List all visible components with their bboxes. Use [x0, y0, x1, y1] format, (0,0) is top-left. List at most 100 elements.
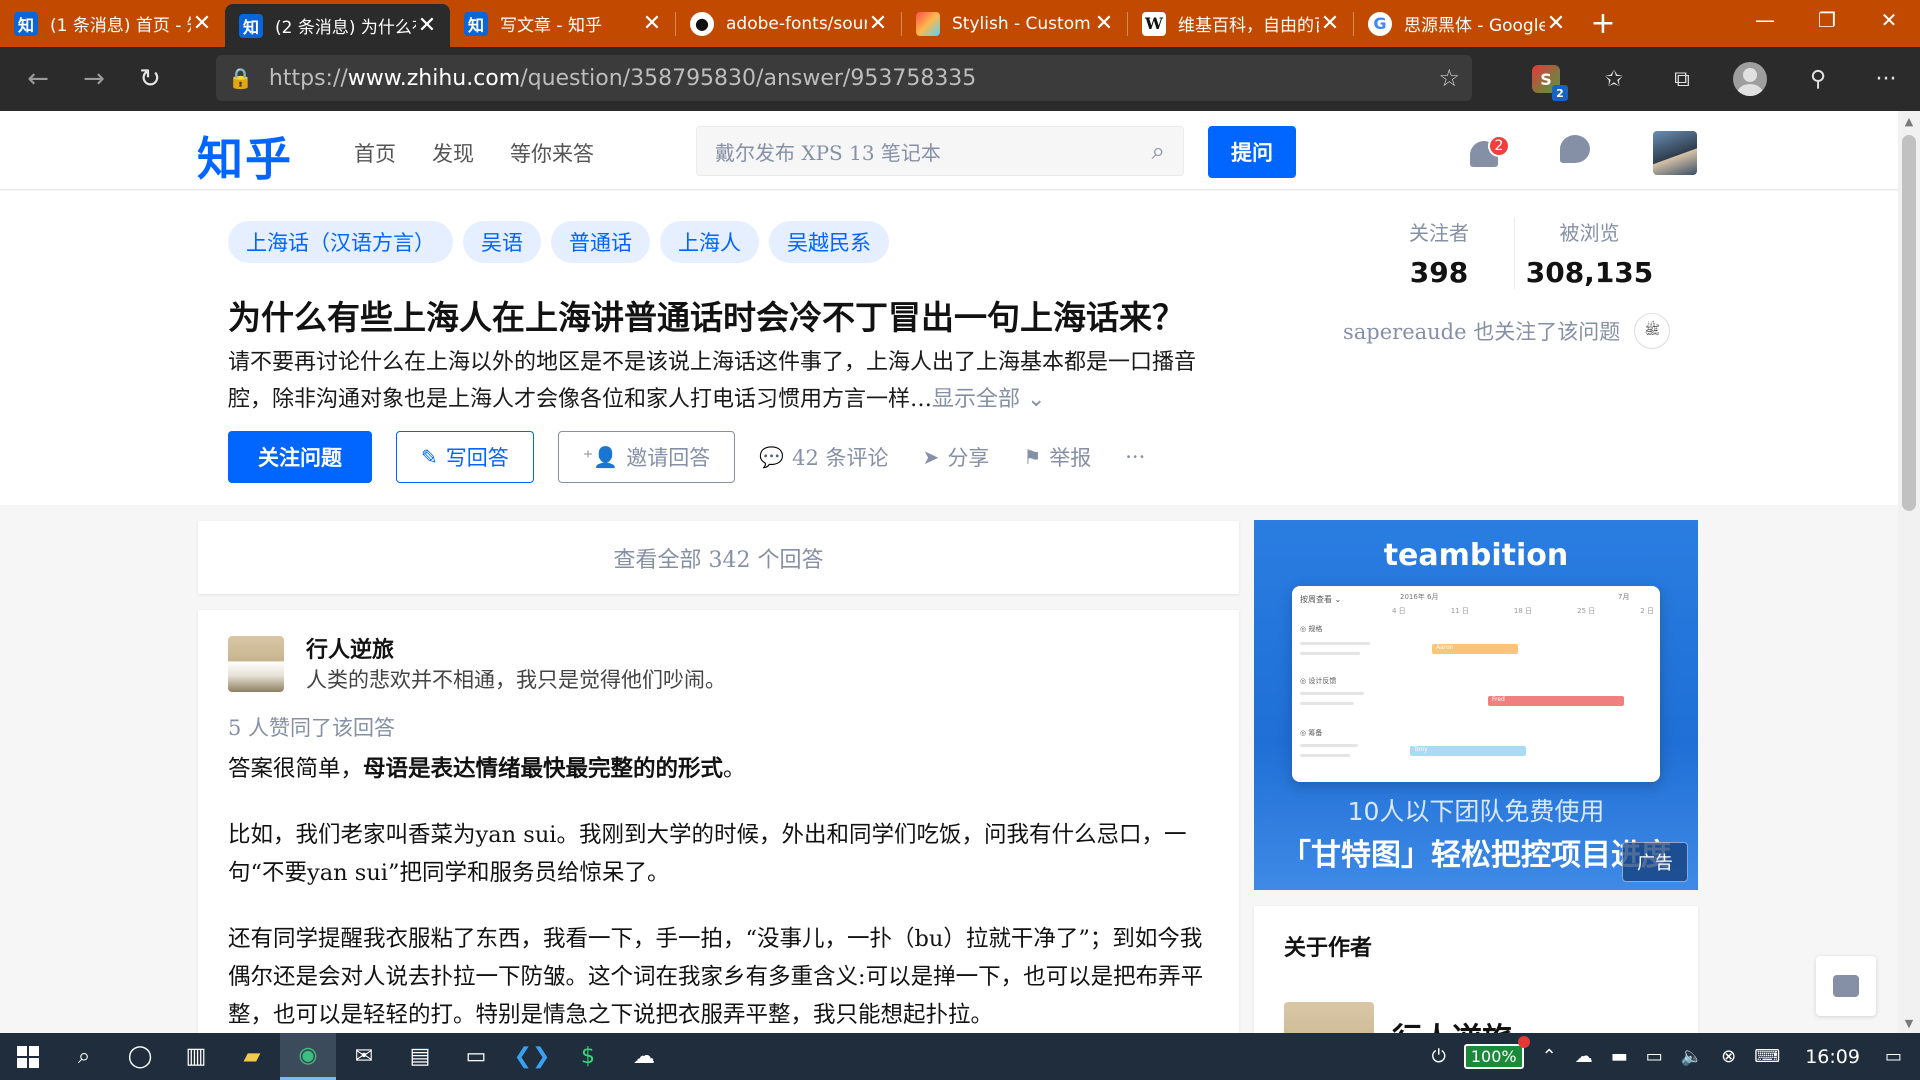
system-clock[interactable]: 16:09: [1789, 1046, 1876, 1068]
keyboard-icon[interactable]: ⌨: [1745, 1046, 1789, 1067]
follower-avatar[interactable]: ﷺ: [1634, 313, 1671, 349]
show-all-link[interactable]: 显示全部 ⌄: [932, 387, 1045, 412]
topic-tag[interactable]: 上海话（汉语方言）: [228, 221, 453, 263]
answer-paragraph: 答案很简单，母语是表达情绪最快最完整的的形式。: [228, 750, 1213, 788]
topic-tag[interactable]: 吴越民系: [769, 221, 889, 263]
view-all-answers-link[interactable]: 查看全部 342 个回答: [198, 521, 1239, 594]
scroll-up-arrow-icon[interactable]: ▲: [1898, 111, 1920, 131]
maximize-button[interactable]: ❐: [1796, 0, 1858, 40]
file-explorer-icon[interactable]: ▰: [224, 1033, 280, 1080]
windows-taskbar: ⌕ ◯ ▥ ▰ ◉ ✉ ▤ ▭ ❮❯ $ ☁ ⏻ 100% ⌃ ☁ ▬ ▭ 🔈 …: [0, 1033, 1920, 1080]
write-answer-button[interactable]: ✎ 写回答: [396, 431, 534, 483]
author-avatar[interactable]: [228, 636, 284, 692]
tab-close-icon[interactable]: ✕: [1093, 12, 1115, 35]
tab-close-icon[interactable]: ✕: [191, 12, 213, 35]
network-icon[interactable]: ▭: [1637, 1046, 1672, 1067]
start-button[interactable]: [0, 1033, 56, 1080]
comments-button[interactable]: 💬 42 条评论: [759, 442, 888, 472]
report-button[interactable]: ⚑ 举报: [1023, 442, 1091, 472]
tab-close-icon[interactable]: ✕: [1545, 12, 1567, 35]
user-avatar[interactable]: [1653, 131, 1697, 175]
store-icon[interactable]: ▤: [392, 1033, 448, 1080]
gantt-bar: Fred: [1488, 696, 1624, 706]
github-favicon-icon: ●: [690, 11, 714, 36]
vscode-icon[interactable]: ❮❯: [504, 1033, 560, 1080]
collections-icon[interactable]: ⧉: [1648, 47, 1716, 111]
browser-tab[interactable]: 知 (1 条消息) 首页 - 知乎✕: [0, 0, 225, 47]
sidebar-ad[interactable]: teambition 按周查看 ⌄ 2016年 6月 7月 4 日 11 日 1…: [1254, 520, 1698, 890]
volume-icon[interactable]: 🔈: [1672, 1046, 1712, 1067]
author-name[interactable]: 行人逆旅: [306, 632, 394, 664]
search-input[interactable]: 戴尔发布 XPS 13 笔记本 ⌕: [696, 126, 1184, 176]
topic-tag[interactable]: 普通话: [551, 221, 650, 263]
tab-close-icon[interactable]: ✕: [867, 12, 889, 35]
gantt-row-line: [1300, 744, 1358, 747]
question-title: 为什么有些上海人在上海讲普通话时会冷不丁冒出一句上海话来？: [228, 298, 1185, 337]
browser-tab[interactable]: ● adobe-fonts/source✕: [676, 0, 901, 47]
extension-button[interactable]: S2: [1512, 47, 1580, 111]
more-actions-button[interactable]: ···: [1125, 445, 1145, 469]
refresh-button[interactable]: ↻: [122, 54, 178, 104]
favorite-star-icon[interactable]: ☆: [1438, 64, 1460, 92]
browser-tab[interactable]: G 思源黑体 - Google ✕: [1354, 0, 1579, 47]
search-icon[interactable]: ⌕: [1152, 137, 1165, 165]
tab-close-icon[interactable]: ✕: [641, 12, 663, 35]
share-button[interactable]: ➤ 分享: [923, 442, 990, 472]
scrollbar-thumb[interactable]: [1902, 135, 1916, 511]
nav-explore[interactable]: 发现: [432, 138, 474, 168]
browser-tab[interactable]: 知 (2 条消息) 为什么有些上海人✕: [225, 4, 450, 47]
onedrive-icon[interactable]: ☁: [1566, 1046, 1602, 1067]
back-to-top-button[interactable]: [1816, 956, 1876, 1016]
follow-question-button[interactable]: 关注问题: [228, 431, 372, 483]
scroll-down-arrow-icon[interactable]: ▼: [1898, 1013, 1920, 1033]
browser-tab[interactable]: Stylish - Custom themes✕: [902, 0, 1127, 47]
forward-button[interactable]: →: [66, 54, 122, 104]
terminal-icon[interactable]: ▭: [448, 1033, 504, 1080]
zhihu-logo[interactable]: 知乎: [197, 123, 293, 189]
money-app-icon[interactable]: $: [560, 1033, 616, 1080]
topic-tag[interactable]: 上海人: [660, 221, 759, 263]
browser-tab[interactable]: W 维基百科，自由的百科全书✕: [1128, 0, 1353, 47]
invite-answer-button[interactable]: ⁺👤 邀请回答: [557, 431, 736, 483]
tab-close-icon[interactable]: ✕: [416, 14, 438, 37]
battery-percent: 100%: [1463, 1036, 1530, 1069]
profile-button[interactable]: [1716, 47, 1784, 111]
gantt-group: ◎ 设计反馈: [1300, 677, 1337, 685]
notification-bell-icon[interactable]: 2: [1466, 131, 1510, 171]
nav-waiting[interactable]: 等你来答: [510, 138, 594, 168]
search-icon[interactable]: ⌕: [56, 1033, 112, 1080]
action-center-icon[interactable]: ▭: [1876, 1046, 1920, 1067]
power-plug-icon[interactable]: ⏻: [1423, 1046, 1455, 1067]
address-bar[interactable]: 🔒 https://www.zhihu.com/question/3587958…: [216, 55, 1472, 101]
mail-icon[interactable]: ✉: [336, 1033, 392, 1080]
minimize-button[interactable]: —: [1734, 0, 1796, 40]
cortana-icon[interactable]: ◯: [112, 1033, 168, 1080]
back-button[interactable]: ←: [10, 54, 66, 104]
followers-stat[interactable]: 关注者 398: [1364, 217, 1514, 289]
task-view-icon[interactable]: ▥: [168, 1033, 224, 1080]
messages-icon[interactable]: [1560, 135, 1590, 163]
feedback-icon[interactable]: ⚲: [1784, 47, 1852, 111]
favorites-icon[interactable]: ✩: [1580, 47, 1648, 111]
photos-icon[interactable]: ☁: [616, 1033, 672, 1080]
status-x-icon[interactable]: ⊗: [1712, 1046, 1745, 1067]
followed-by-line[interactable]: sapereaude 也关注了该问题 ﷺ: [1343, 313, 1671, 349]
tab-close-icon[interactable]: ✕: [1319, 12, 1341, 35]
edge-browser-icon[interactable]: ◉: [280, 1033, 336, 1080]
views-count: 308,135: [1525, 256, 1654, 289]
topic-tag[interactable]: 吴语: [463, 221, 541, 263]
power-status-icon[interactable]: ▬: [1602, 1046, 1637, 1067]
tray-expand-icon[interactable]: ⌃: [1533, 1046, 1566, 1067]
zhihu-favicon-icon: 知: [464, 11, 488, 36]
page-scrollbar[interactable]: ▲ ▼: [1898, 111, 1920, 1033]
ask-question-button[interactable]: 提问: [1208, 126, 1296, 178]
new-tab-button[interactable]: +: [1579, 0, 1627, 47]
battery-indicator[interactable]: 100%: [1455, 1036, 1533, 1069]
share-icon: ➤: [922, 445, 940, 469]
nav-home[interactable]: 首页: [354, 138, 396, 168]
gantt-day: 4 日: [1392, 607, 1406, 615]
flag-icon: ⚑: [1023, 445, 1042, 469]
close-window-button[interactable]: ✕: [1858, 0, 1920, 40]
browser-tab[interactable]: 知写文章 - 知乎 ✕: [450, 0, 675, 47]
settings-menu-icon[interactable]: ···: [1852, 47, 1920, 111]
